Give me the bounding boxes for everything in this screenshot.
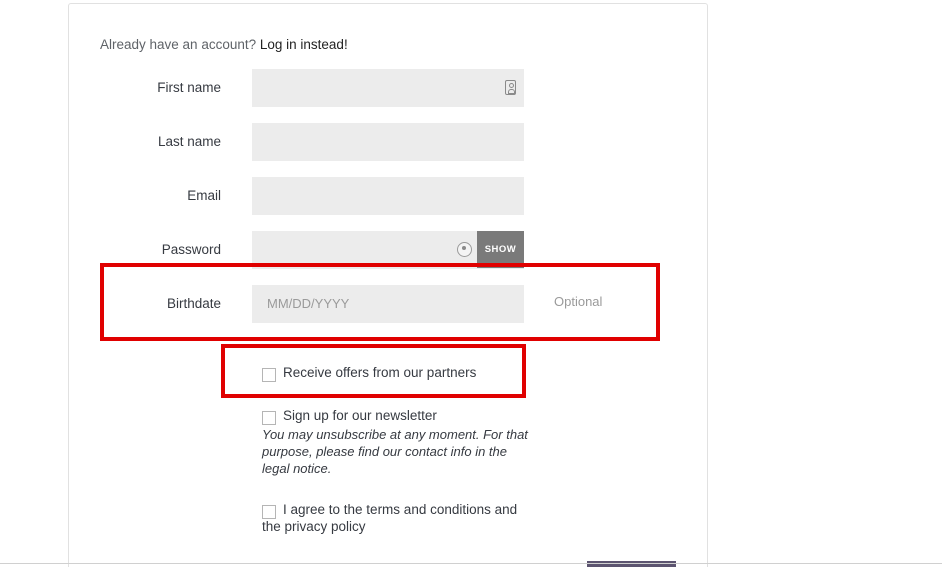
login-prompt-text: Already have an account?: [100, 37, 257, 52]
password-manager-icon[interactable]: [457, 242, 472, 257]
email-input[interactable]: [252, 177, 524, 215]
email-label: Email: [187, 188, 221, 203]
contact-card-icon: [505, 80, 516, 95]
newsletter-checkbox-label: Sign up for our newsletter: [283, 408, 437, 423]
login-prompt: Already have an account? Log in instead!: [100, 37, 348, 52]
save-button[interactable]: [587, 561, 676, 567]
first-name-label: First name: [157, 80, 221, 95]
password-label: Password: [161, 242, 221, 257]
newsletter-checkbox[interactable]: [262, 411, 276, 425]
newsletter-note: You may unsubscribe at any moment. For t…: [262, 427, 528, 476]
terms-checkbox-label: I agree to the terms and conditions and …: [262, 502, 518, 534]
partners-checkbox-label: Receive offers from our partners: [283, 365, 477, 380]
first-name-input[interactable]: [252, 69, 524, 107]
last-name-label: Last name: [157, 134, 221, 149]
partners-checkbox[interactable]: [262, 368, 276, 382]
highlight-box-birthdate: [100, 263, 660, 341]
last-name-input[interactable]: [252, 123, 524, 161]
login-link[interactable]: Log in instead!: [260, 37, 348, 52]
page-divider: [0, 563, 942, 564]
